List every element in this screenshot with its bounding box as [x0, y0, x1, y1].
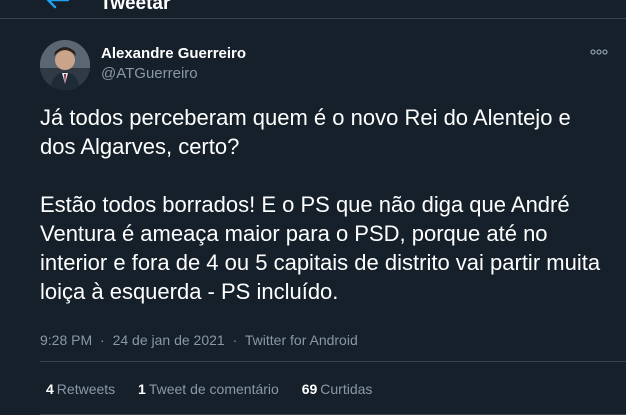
author-handle[interactable]: @ATGuerreiro: [101, 65, 198, 83]
divider: [40, 361, 626, 362]
tweet-paragraph: Já todos perceberam quem é o novo Rei do…: [40, 105, 571, 159]
tweet-text: Já todos perceberam quem é o novo Rei do…: [40, 103, 610, 306]
tweet-paragraph: Estão todos borrados! E o PS que não dig…: [40, 192, 601, 304]
likes-label: Curtidas: [320, 381, 373, 397]
retweets-stat[interactable]: 4 Retweets: [46, 380, 115, 398]
more-horizontal-icon[interactable]: [589, 46, 609, 58]
arrow-left-icon[interactable]: [44, 0, 70, 10]
likes-stat[interactable]: 69 Curtidas: [302, 380, 373, 398]
comments-label: Tweet de comentário: [148, 381, 279, 397]
page-title: Tweetar: [100, 0, 171, 14]
tweet-date[interactable]: 24 de jan de 2021: [113, 332, 225, 348]
avatar[interactable]: [40, 40, 90, 90]
retweets-count: 4: [46, 381, 54, 397]
tweet-meta: 9:28 PM · 24 de jan de 2021 · Twitter fo…: [40, 331, 358, 349]
separator: ·: [232, 332, 238, 348]
avatar-image: [40, 40, 90, 90]
separator: ·: [100, 332, 105, 348]
tweet-stats: 4 Retweets 1 Tweet de comentário 69 Curtida…: [46, 380, 391, 398]
author-name[interactable]: Alexandre Guerreiro: [101, 45, 246, 63]
retweets-label: Retweets: [56, 381, 116, 397]
comments-stat[interactable]: 1 Tweet de comentário: [138, 380, 279, 398]
tweet-source[interactable]: Twitter for Android: [245, 332, 358, 348]
top-bar: Tweetar: [0, 0, 626, 19]
likes-count: 69: [301, 381, 318, 397]
comments-count: 1: [138, 381, 146, 397]
tweet-time[interactable]: 9:28 PM: [40, 332, 92, 348]
